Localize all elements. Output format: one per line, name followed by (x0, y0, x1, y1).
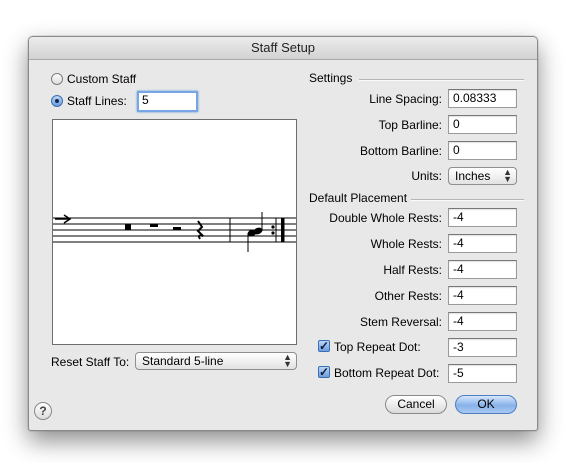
staff-preview-graphic (53, 212, 296, 252)
other-rests-label: Other Rests: (374, 289, 442, 303)
units-label: Units: (411, 169, 442, 183)
double-whole-rests-label: Double Whole Rests: (329, 211, 442, 225)
half-rests-input[interactable]: -4 (448, 260, 517, 279)
help-button[interactable]: ? (34, 402, 52, 420)
double-whole-rests-input[interactable]: -4 (448, 208, 517, 227)
top-barline-input[interactable]: 0 (448, 115, 517, 134)
top-repeat-dot (271, 225, 275, 229)
line-spacing-input[interactable]: 0.08333 (448, 89, 517, 108)
stem-reversal-input[interactable]: -4 (448, 312, 517, 331)
bottom-barline-label: Bottom Barline: (359, 144, 442, 158)
staff-setup-dialog: Staff Setup Custom Staff Staff Lines: 5 (28, 36, 538, 431)
whole-rests-input[interactable]: -4 (448, 234, 517, 253)
other-rests-input[interactable]: -4 (448, 286, 517, 305)
whole-rest (150, 224, 158, 227)
half-rests-label: Half Rests: (383, 263, 442, 277)
repeat-thick-barline (281, 218, 285, 242)
top-repeat-dot-checkbox[interactable]: ✓ (318, 340, 330, 352)
stem-reversal-label: Stem Reversal: (359, 315, 442, 329)
staff-lines-input[interactable]: 5 (137, 91, 198, 112)
bottom-repeat-dot-input[interactable]: -5 (448, 364, 517, 383)
whole-rests-label: Whole Rests: (370, 237, 442, 251)
staff-arrow-icon (55, 214, 72, 224)
settings-group-title: Settings (309, 71, 353, 85)
cancel-button[interactable]: Cancel (385, 395, 447, 414)
reset-staff-popup[interactable]: Standard 5-line ▲ ▼ (135, 352, 297, 370)
chevron-down-icon: ▼ (283, 359, 292, 369)
popup-arrows-icon: ▲ ▼ (503, 168, 512, 184)
top-barline-label: Top Barline: (378, 118, 442, 132)
double-whole-rest (125, 224, 131, 230)
settings-divider (359, 79, 524, 81)
bottom-repeat-dot-checkbox[interactable]: ✓ (318, 366, 330, 378)
top-repeat-dot-label: Top Repeat Dot: (334, 340, 421, 354)
popup-arrows-icon: ▲ ▼ (283, 353, 292, 369)
placement-divider (411, 199, 524, 201)
placement-group-title: Default Placement (309, 191, 408, 205)
half-rest (173, 227, 181, 230)
reset-staff-label: Reset Staff To: (51, 355, 130, 369)
window-title: Staff Setup (29, 37, 537, 60)
custom-staff-label: Custom Staff (67, 72, 137, 86)
bottom-repeat-dot-label: Bottom Repeat Dot: (334, 366, 440, 380)
units-popup[interactable]: Inches ▲ ▼ (448, 167, 517, 185)
line-spacing-label: Line Spacing: (369, 92, 442, 106)
staff-lines-label: Staff Lines: (67, 94, 127, 108)
bottom-repeat-dot (271, 231, 275, 235)
custom-staff-radio[interactable] (51, 73, 63, 85)
chevron-down-icon: ▼ (503, 174, 512, 184)
reset-staff-value: Standard 5-line (142, 354, 224, 368)
staff-lines-radio[interactable] (51, 95, 63, 107)
ok-button[interactable]: OK (455, 395, 517, 414)
staff-preview (52, 119, 297, 345)
top-repeat-dot-input[interactable]: -3 (448, 338, 517, 357)
units-value: Inches (455, 169, 491, 183)
bottom-barline-input[interactable]: 0 (448, 141, 517, 160)
